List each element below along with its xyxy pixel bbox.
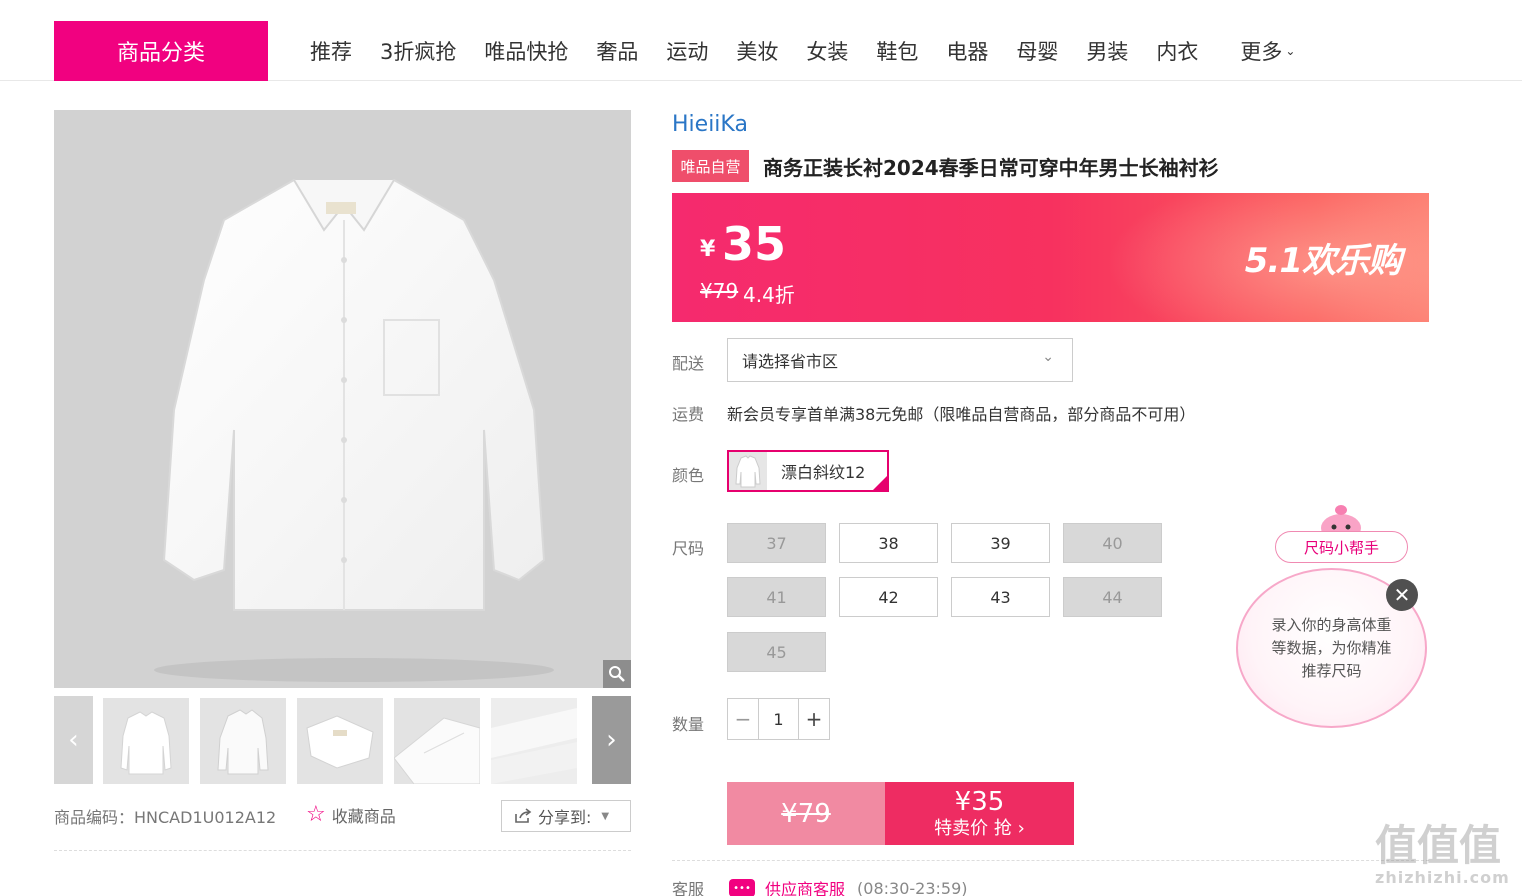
star-icon: ☆ (306, 802, 326, 827)
product-title: 商务正装长衬2024春季日常可穿中年男士长袖衬衫 (763, 156, 1219, 180)
quantity-plus-button[interactable]: + (799, 699, 829, 739)
original-price: ¥79 (700, 279, 739, 303)
divider (672, 860, 1429, 861)
size-option[interactable]: 37 (727, 523, 826, 563)
nav-item[interactable]: 美妆 (736, 36, 778, 66)
chat-icon: ••• (729, 879, 756, 896)
thumbnail[interactable] (491, 698, 577, 784)
size-option[interactable]: 44 (1063, 577, 1162, 617)
shirt-image (154, 178, 554, 682)
watermark-text: 值值值 (1375, 821, 1502, 870)
product-page: 商品分类 推荐 3折疯抢 唯品快抢 奢品 运动 美妆 女装 鞋包 电器 母婴 男… (0, 0, 1522, 896)
promo-label: 5.1欢乐购 (1244, 241, 1402, 281)
zoom-icon[interactable] (603, 660, 631, 688)
service-link[interactable]: 供应商客服 (765, 876, 845, 896)
buy-button[interactable]: ¥79 ¥35 特卖价 抢 › (727, 782, 1074, 845)
nav-item[interactable]: 唯品快抢 (484, 36, 568, 66)
buy-original-price: ¥79 (727, 782, 885, 845)
nav-item[interactable]: 鞋包 (876, 36, 918, 66)
color-label: 颜色 (672, 466, 705, 485)
share-label: 分享到: (538, 808, 592, 827)
nav-item[interactable]: 女装 (806, 36, 848, 66)
size-helper-text: 录入你的身高体重等数据，为你精准推荐尺码 (1271, 615, 1392, 680)
top-nav: 商品分类 推荐 3折疯抢 唯品快抢 奢品 运动 美妆 女装 鞋包 电器 母婴 男… (0, 0, 1522, 81)
close-icon[interactable]: ✕ (1386, 579, 1418, 611)
size-option[interactable]: 39 (951, 523, 1050, 563)
thumbnail[interactable] (297, 698, 383, 784)
brand-link[interactable]: HieiiKa (672, 112, 748, 137)
nav-items: 推荐 3折疯抢 唯品快抢 奢品 运动 美妆 女装 鞋包 电器 母婴 男装 内衣 … (296, 21, 1295, 81)
shipping-text: 新会员专享首单满38元免邮（限唯品自营商品，部分商品不可用） (727, 405, 1196, 424)
color-swatch (729, 452, 767, 490)
customer-service-row: 客服 ••• 供应商客服 (08:30-23:59) (672, 876, 968, 896)
chevron-down-icon: ⌄ (1285, 44, 1296, 58)
quantity-input[interactable]: 1 (758, 699, 799, 739)
thumb-prev-button[interactable]: ‹ (54, 696, 93, 784)
buy-sale-price: ¥35 (954, 786, 1005, 817)
sale-price: 35 (722, 217, 787, 271)
selected-check-icon (871, 474, 889, 492)
watermark-domain: zhizhizhi.com (1375, 868, 1510, 887)
size-helper-title[interactable]: 尺码小帮手 (1275, 531, 1408, 563)
thumbnail[interactable] (394, 698, 480, 784)
nav-item[interactable]: 运动 (666, 36, 708, 66)
main-product-image[interactable] (54, 110, 631, 688)
chevron-down-icon: ⌄ (1042, 349, 1054, 365)
category-button[interactable]: 商品分类 (54, 21, 268, 81)
delivery-label: 配送 (672, 354, 705, 373)
discount-label: 4.4折 (743, 283, 795, 307)
favorite-label: 收藏商品 (331, 806, 396, 826)
buy-cta-label: 特卖价 抢 › (934, 817, 1025, 839)
thumb-next-button[interactable]: › (592, 696, 631, 784)
price-banner: ¥ 35 ¥79 4.4折 5.1欢乐购 (672, 193, 1429, 322)
region-select-placeholder: 请选择省市区 (742, 352, 839, 371)
color-option-label: 漂白斜纹12 (781, 463, 866, 482)
nav-item[interactable]: 推荐 (310, 36, 352, 66)
color-option-selected[interactable]: 漂白斜纹12 (727, 450, 889, 492)
share-dropdown[interactable]: 分享到: ▼ (501, 800, 631, 832)
self-operated-badge: 唯品自营 (672, 150, 749, 182)
region-select[interactable]: 请选择省市区 ⌄ (727, 338, 1073, 382)
size-option[interactable]: 41 (727, 577, 826, 617)
size-label: 尺码 (672, 539, 705, 558)
divider (54, 850, 631, 851)
size-option[interactable]: 38 (839, 523, 938, 563)
nav-item[interactable]: 电器 (946, 36, 988, 66)
chevron-left-icon: ‹ (68, 725, 79, 755)
quantity-stepper: − 1 + (727, 698, 830, 740)
size-option[interactable]: 45 (727, 632, 826, 672)
watermark: 值值值 zhizhizhi.com (1375, 812, 1515, 892)
shipping-label: 运费 (672, 405, 705, 424)
size-option[interactable]: 42 (839, 577, 938, 617)
service-label: 客服 (672, 880, 705, 896)
nav-item[interactable]: 母婴 (1016, 36, 1058, 66)
nav-item[interactable]: 奢品 (596, 36, 638, 66)
price-currency: ¥ (700, 237, 716, 262)
size-option[interactable]: 43 (951, 577, 1050, 617)
nav-item[interactable]: 男装 (1086, 36, 1128, 66)
nav-item[interactable]: 3折疯抢 (380, 36, 456, 66)
thumbnail-strip: ‹ › (54, 696, 631, 784)
thumbnail[interactable] (103, 698, 189, 784)
nav-more[interactable]: 更多 ⌄ (1240, 36, 1295, 66)
favorite-button[interactable]: ☆ 收藏商品 (306, 802, 396, 827)
nav-more-label: 更多 (1240, 40, 1283, 64)
thumbnail[interactable] (200, 698, 286, 784)
share-icon (515, 808, 532, 823)
service-hours: (08:30-23:59) (857, 878, 968, 896)
chevron-right-icon: › (606, 725, 617, 755)
quantity-label: 数量 (672, 715, 705, 734)
caret-down-icon: ▼ (601, 810, 610, 822)
size-option[interactable]: 40 (1063, 523, 1162, 563)
nav-item[interactable]: 内衣 (1156, 36, 1198, 66)
product-code: 商品编码：HNCAD1U012A12 (54, 808, 277, 827)
quantity-minus-button[interactable]: − (728, 699, 758, 739)
buy-special-price[interactable]: ¥35 特卖价 抢 › (885, 782, 1074, 845)
